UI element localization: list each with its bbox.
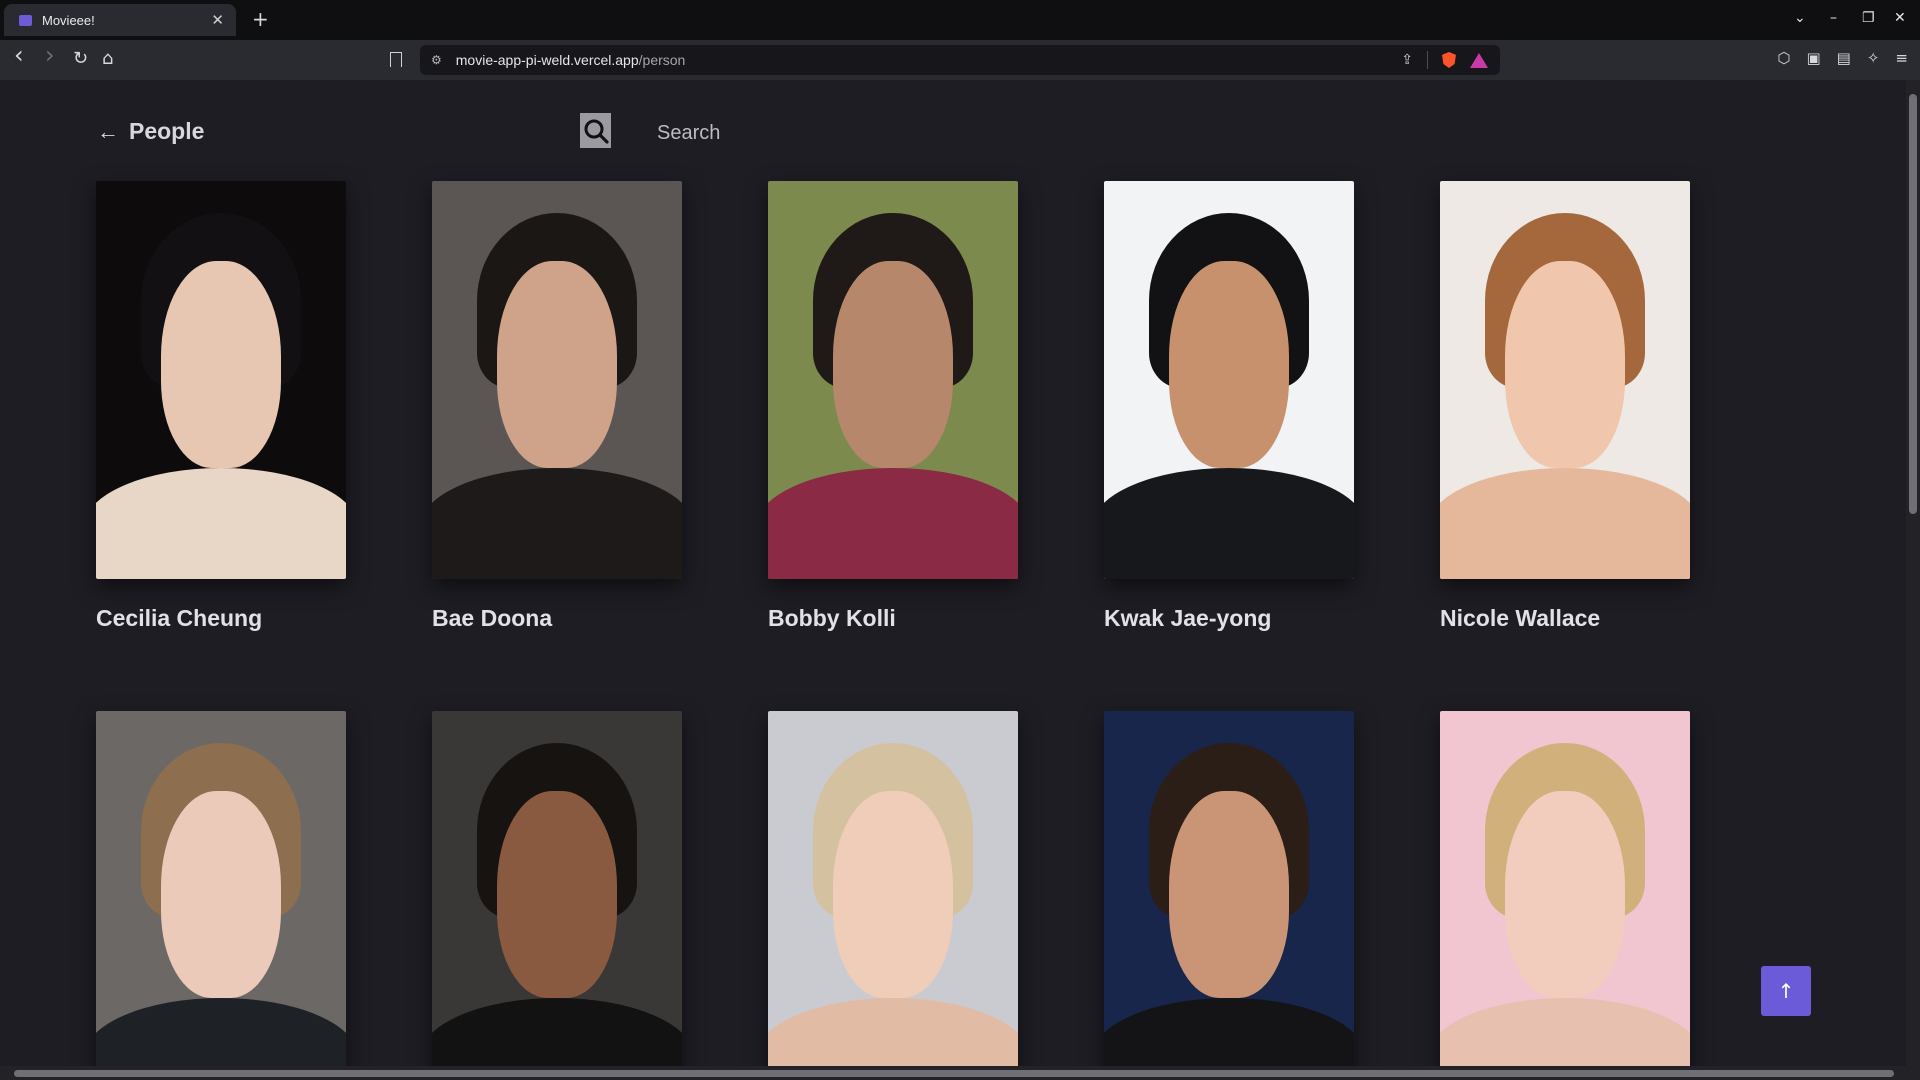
- browser-toolbar: ‹ › ↻ ⌂ ⚙ movie-app-pi-weld.vercel.app/p…: [0, 40, 1920, 80]
- person-card[interactable]: [1440, 711, 1690, 1066]
- photo-body: [768, 997, 1018, 1066]
- extensions-icon[interactable]: ⬡: [1777, 49, 1790, 67]
- person-card[interactable]: [768, 711, 1018, 1066]
- search-icon[interactable]: [580, 113, 611, 148]
- photo-head: [497, 260, 617, 468]
- menu-icon[interactable]: ≡: [1895, 49, 1908, 67]
- vertical-scrollbar[interactable]: [1906, 80, 1920, 1066]
- photo-head: [1169, 260, 1289, 468]
- address-bar[interactable]: ⚙ movie-app-pi-weld.vercel.app/person ⇪: [420, 45, 1500, 75]
- arrow-up-icon: ↑: [1777, 979, 1795, 1003]
- wallet-icon[interactable]: ▤: [1837, 49, 1851, 67]
- forward-button[interactable]: ›: [45, 43, 55, 67]
- photo-head: [161, 260, 281, 468]
- person-photo[interactable]: [96, 181, 346, 579]
- person-name[interactable]: Nicole Wallace: [1440, 605, 1690, 632]
- person-photo[interactable]: [96, 711, 346, 1066]
- photo-body: [96, 467, 346, 579]
- horizontal-scrollbar-thumb[interactable]: [14, 1070, 1894, 1077]
- person-card[interactable]: Bobby Kolli: [768, 181, 1018, 632]
- brave-shields-icon[interactable]: [1442, 52, 1456, 68]
- photo-body: [1104, 467, 1354, 579]
- back-arrow-icon: ←: [97, 118, 119, 144]
- photo-body: [1440, 997, 1690, 1066]
- photo-body: [96, 997, 346, 1066]
- person-photo[interactable]: [432, 711, 682, 1066]
- person-name[interactable]: Bobby Kolli: [768, 605, 1018, 632]
- person-photo[interactable]: [1440, 181, 1690, 579]
- person-card[interactable]: Bae Doona: [432, 181, 682, 632]
- url-text[interactable]: movie-app-pi-weld.vercel.app/person: [456, 52, 686, 68]
- person-name[interactable]: Kwak Jae-yong: [1104, 605, 1354, 632]
- person-photo[interactable]: [768, 711, 1018, 1066]
- photo-head: [161, 790, 281, 998]
- photo-body: [768, 467, 1018, 579]
- photo-body: [432, 467, 682, 579]
- home-button[interactable]: ⌂: [102, 48, 113, 70]
- photo-head: [833, 790, 953, 998]
- tab-strip: Movieee! ✕ + ⌄ – ❐ ✕: [0, 0, 1920, 40]
- minimize-button[interactable]: –: [1830, 10, 1837, 26]
- photo-body: [1440, 467, 1690, 579]
- person-card[interactable]: [96, 711, 346, 1066]
- tab-title: Movieee!: [42, 12, 95, 28]
- person-photo[interactable]: [768, 181, 1018, 579]
- photo-body: [432, 997, 682, 1066]
- brave-rewards-icon[interactable]: [1470, 52, 1488, 68]
- page-content: ← People Cecilia Cheung Bae Doona Bobby Ko…: [0, 80, 1906, 1066]
- person-name[interactable]: Bae Doona: [432, 605, 682, 632]
- browser-tab-active[interactable]: Movieee! ✕: [4, 4, 236, 36]
- restore-button[interactable]: ❐: [1862, 10, 1875, 26]
- person-photo[interactable]: [1104, 181, 1354, 579]
- person-card[interactable]: Cecilia Cheung: [96, 181, 346, 632]
- photo-head: [833, 260, 953, 468]
- people-back-link[interactable]: ← People: [97, 118, 204, 145]
- photo-body: [1104, 997, 1354, 1066]
- new-tab-button[interactable]: +: [252, 8, 269, 30]
- favicon-icon: [19, 14, 32, 26]
- person-name[interactable]: Cecilia Cheung: [96, 605, 346, 632]
- share-icon[interactable]: ⇪: [1401, 52, 1413, 68]
- person-photo[interactable]: [432, 181, 682, 579]
- scroll-to-top-button[interactable]: ↑: [1761, 966, 1811, 1016]
- site-info-icon[interactable]: ⚙: [431, 53, 442, 67]
- photo-head: [1505, 260, 1625, 468]
- horizontal-scrollbar[interactable]: [0, 1066, 1920, 1080]
- person-photo[interactable]: [1440, 711, 1690, 1066]
- bookmark-icon[interactable]: [390, 52, 402, 67]
- person-card[interactable]: [1104, 711, 1354, 1066]
- vertical-scrollbar-thumb[interactable]: [1909, 94, 1917, 514]
- page-title: People: [129, 118, 205, 144]
- url-divider: [1427, 51, 1428, 69]
- back-button[interactable]: ‹: [14, 43, 24, 67]
- photo-head: [497, 790, 617, 998]
- photo-head: [1169, 790, 1289, 998]
- photo-head: [1505, 790, 1625, 998]
- sidebar-icon[interactable]: ▣: [1806, 49, 1820, 67]
- person-card[interactable]: Nicole Wallace: [1440, 181, 1690, 632]
- tab-list-chevron-icon[interactable]: ⌄: [1794, 10, 1806, 26]
- reload-button[interactable]: ↻: [73, 48, 88, 70]
- person-photo[interactable]: [1104, 711, 1354, 1066]
- close-window-button[interactable]: ✕: [1894, 10, 1906, 26]
- person-card[interactable]: Kwak Jae-yong: [1104, 181, 1354, 632]
- search-input[interactable]: [655, 117, 959, 149]
- tab-close-icon[interactable]: ✕: [211, 11, 224, 29]
- leo-ai-icon[interactable]: ✧: [1867, 49, 1880, 67]
- person-card[interactable]: [432, 711, 682, 1066]
